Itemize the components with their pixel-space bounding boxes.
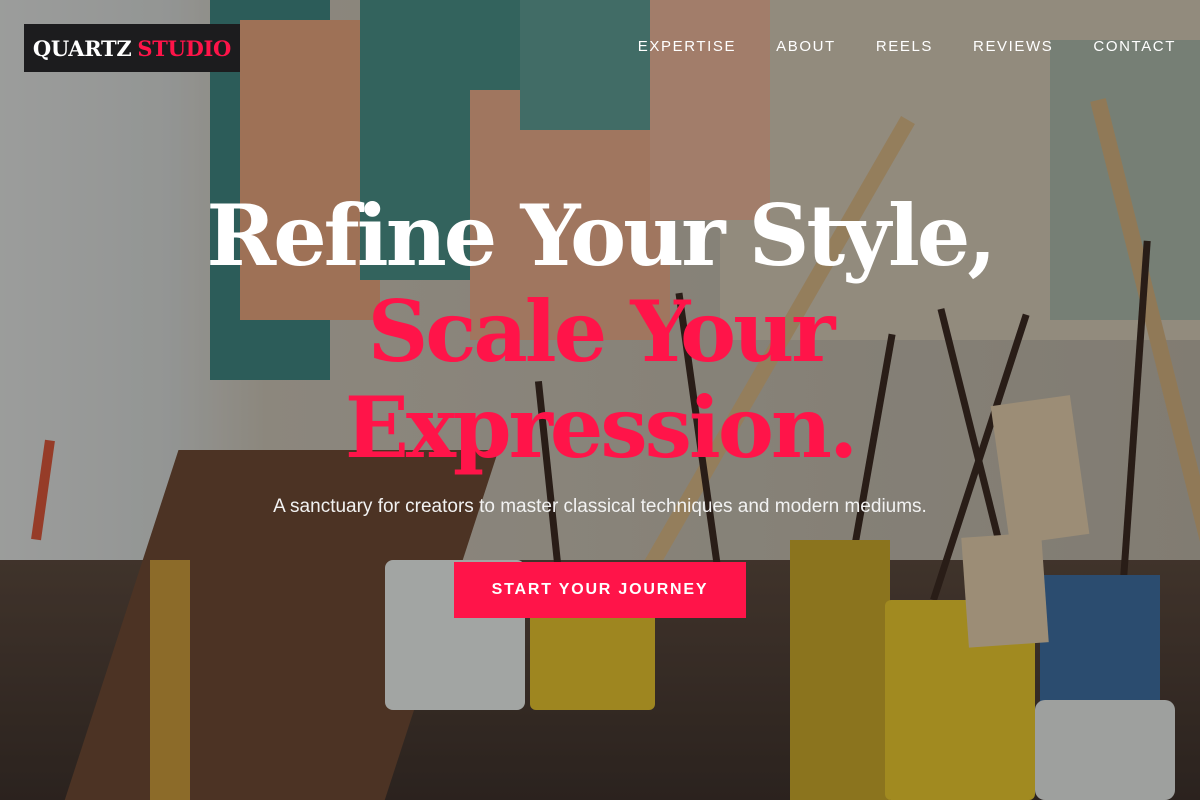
headline-line-3: Expression.: [344, 378, 858, 477]
nav-item-expertise[interactable]: EXPERTISE: [638, 38, 736, 55]
nav-item-contact[interactable]: CONTACT: [1093, 38, 1176, 55]
brand-name-primary: QUARTZ: [32, 35, 132, 61]
headline-line-2: Scale Your: [367, 282, 836, 381]
brand-name-accent: STUDIO: [137, 35, 232, 61]
main-nav: EXPERTISE ABOUT REELS REVIEWS CONTACT: [638, 38, 1176, 55]
nav-item-about[interactable]: ABOUT: [776, 38, 836, 55]
nav-item-reels[interactable]: REELS: [876, 38, 933, 55]
hero-headline: Refine Your Style, Scale Your Expression…: [0, 188, 1200, 476]
nav-item-reviews[interactable]: REVIEWS: [973, 38, 1053, 55]
hero-subtitle: A sanctuary for creators to master class…: [273, 496, 927, 517]
start-journey-button[interactable]: START YOUR JOURNEY: [454, 562, 746, 618]
hero-section: QUARTZ STUDIO EXPERTISE ABOUT REELS REVI…: [0, 0, 1200, 800]
headline-line-1: Refine Your Style,: [206, 186, 996, 285]
brand-logo[interactable]: QUARTZ STUDIO: [24, 24, 240, 72]
